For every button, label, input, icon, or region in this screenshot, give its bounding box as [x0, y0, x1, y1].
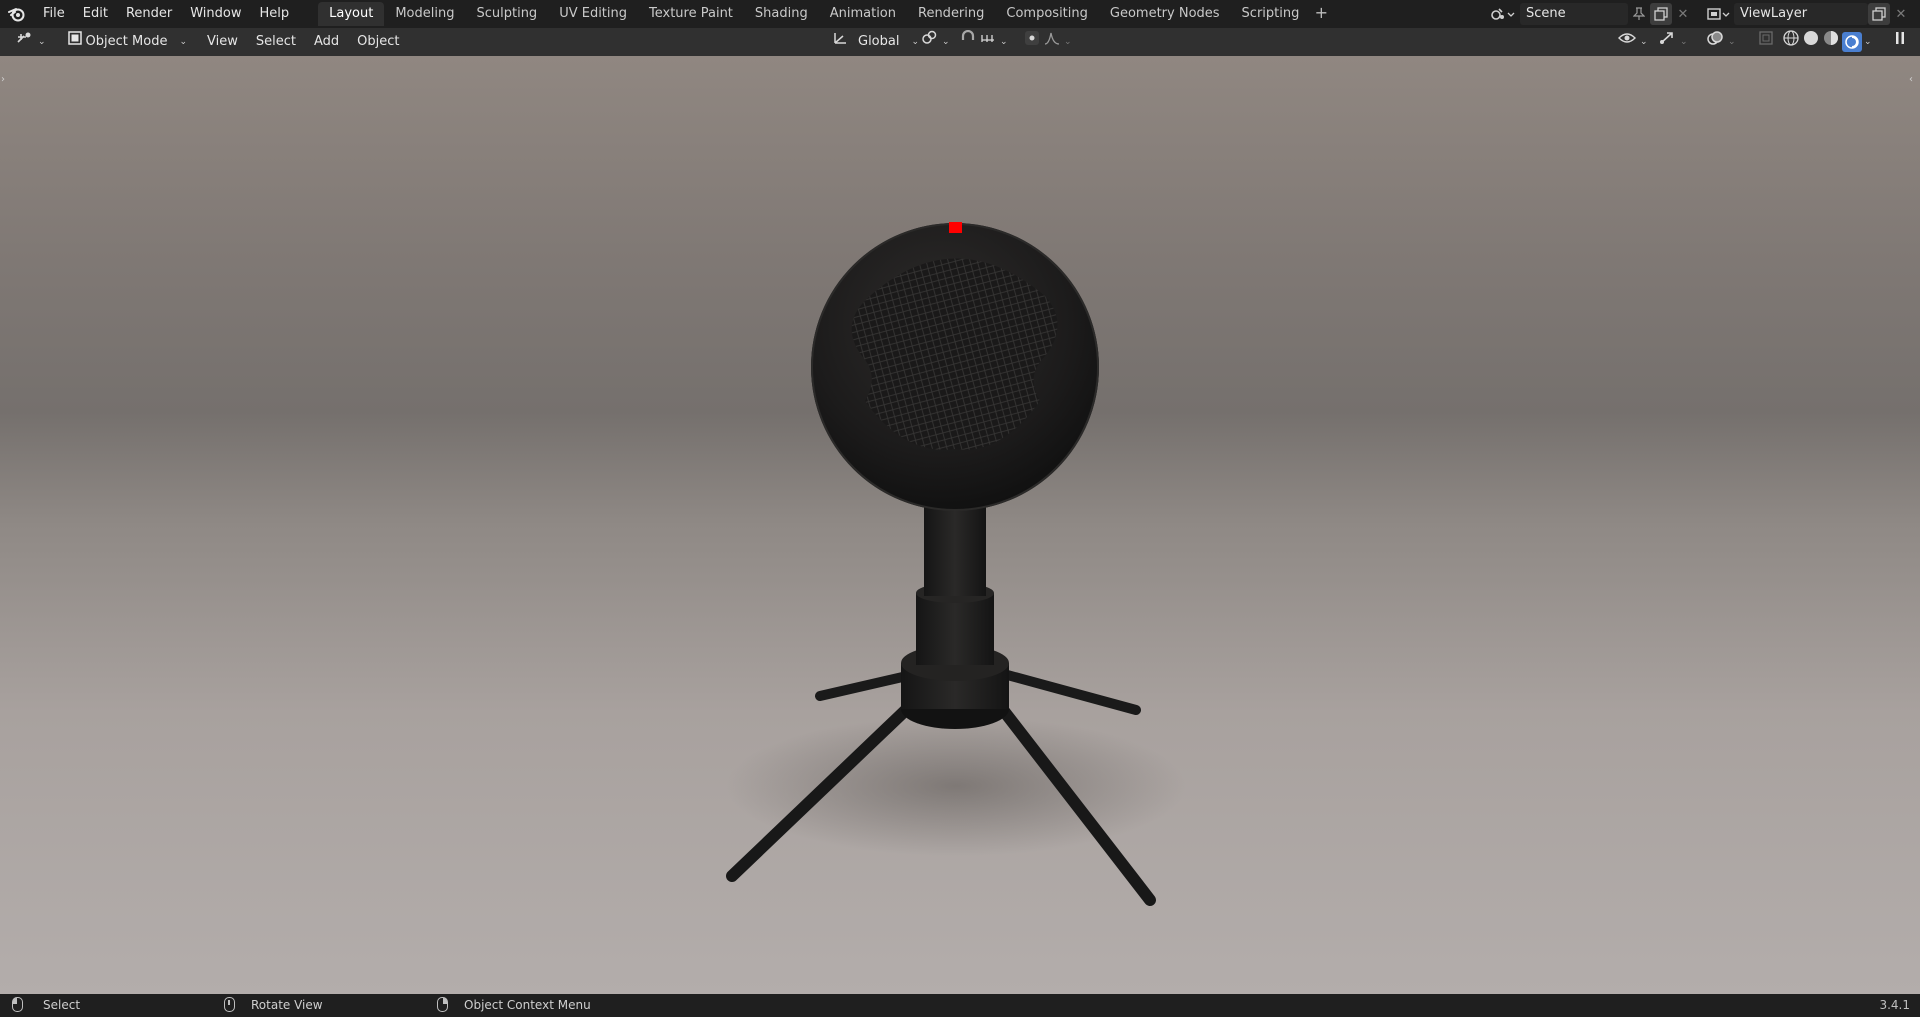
material-preview-icon[interactable] [1822, 29, 1840, 55]
tab-modeling[interactable]: Modeling [384, 2, 465, 26]
scene-selector: Scene ✕ [1486, 2, 1694, 26]
snap-toggle[interactable]: ⌄ [954, 29, 1014, 54]
chevron-down-icon: ⌄ [1640, 37, 1648, 47]
view-layer-name-field[interactable]: ViewLayer [1734, 3, 1868, 25]
chevron-down-icon: ⌄ [1064, 37, 1072, 47]
menu-select[interactable]: Select [250, 31, 302, 53]
status-context-label: Object Context Menu [464, 997, 591, 1012]
overlays-toggle[interactable]: ⌄ [1700, 31, 1742, 53]
mode-dropdown[interactable]: Object Mode ⌄ [62, 31, 193, 53]
pivot-icon [920, 30, 938, 54]
gizmo-icon [1658, 30, 1676, 54]
transform-orientation-dropdown[interactable]: Global ⌄ [826, 31, 925, 53]
status-bar: Select Rotate View Object Context Menu 3… [0, 994, 1920, 1017]
pivot-point-dropdown[interactable]: ⌄ [914, 30, 956, 54]
tab-shading[interactable]: Shading [744, 2, 819, 26]
editor-type-icon [16, 30, 34, 54]
workspace-tabs: Layout Modeling Sculpting UV Editing Tex… [318, 2, 1332, 26]
visibility-dropdown[interactable]: ⌄ [1612, 31, 1654, 53]
viewport-header: ⌄ Object Mode ⌄ View Select Add Object G… [0, 28, 1920, 56]
scene-name-field[interactable]: Scene [1520, 3, 1628, 25]
tab-layout[interactable]: Layout [318, 2, 385, 26]
tab-compositing[interactable]: Compositing [995, 2, 1099, 26]
menu-window[interactable]: Window [181, 0, 250, 28]
chevron-down-icon: ⌄ [179, 37, 187, 47]
blender-logo-icon[interactable] [0, 0, 34, 28]
tab-scripting[interactable]: Scripting [1231, 2, 1311, 26]
scene-browse-icon[interactable] [1486, 3, 1520, 25]
view-layer-browse-icon[interactable] [1704, 3, 1734, 25]
red-indicator-light [949, 222, 962, 233]
tab-geometry-nodes[interactable]: Geometry Nodes [1099, 2, 1231, 26]
version-label: 3.4.1 [1879, 998, 1910, 1012]
solid-shading-icon[interactable] [1802, 29, 1820, 55]
microphone-render [726, 222, 1186, 906]
chevron-down-icon: ⌄ [1680, 37, 1688, 47]
tab-uv-editing[interactable]: UV Editing [548, 2, 638, 26]
status-rotate-view: Rotate View [224, 997, 323, 1012]
mode-label: Object Mode [85, 34, 168, 49]
remove-scene-icon[interactable]: ✕ [1672, 3, 1694, 25]
xray-icon [1758, 30, 1774, 54]
tab-rendering[interactable]: Rendering [907, 2, 995, 26]
top-bar: File Edit Render Window Help Layout Mode… [0, 0, 1920, 28]
pin-icon[interactable] [1628, 3, 1650, 25]
menu-file[interactable]: File [34, 0, 74, 28]
pause-icon [1894, 31, 1906, 53]
menu-edit[interactable]: Edit [74, 0, 117, 28]
tab-sculpting[interactable]: Sculpting [465, 2, 548, 26]
menu-view[interactable]: View [201, 31, 244, 53]
chevron-down-icon: ⌄ [1000, 37, 1008, 47]
status-select-label: Select [43, 997, 81, 1012]
menu-help[interactable]: Help [251, 0, 299, 28]
falloff-curve-icon [1044, 31, 1060, 53]
gizmo-toggle[interactable]: ⌄ [1652, 31, 1694, 53]
tab-animation[interactable]: Animation [819, 2, 907, 26]
mouse-middle-icon [224, 997, 235, 1012]
proportional-editing-icon [1024, 30, 1040, 54]
menu-object[interactable]: Object [351, 31, 405, 53]
view-layer-selector: ViewLayer ✕ [1704, 2, 1912, 26]
chevron-down-icon[interactable]: ⌄ [1864, 31, 1872, 53]
proportional-editing-toggle[interactable]: ⌄ [1018, 31, 1078, 53]
eye-icon [1618, 31, 1636, 53]
shading-modes: ⌄ [1776, 29, 1878, 55]
3d-viewport[interactable]: › ‹ [0, 56, 1920, 994]
object-mode-icon [67, 31, 82, 53]
add-workspace-button[interactable]: + [1310, 2, 1332, 26]
menu-render[interactable]: Render [117, 0, 181, 28]
orientation-axes-icon [832, 30, 850, 54]
chevron-down-icon: ⌄ [1728, 37, 1736, 47]
wireframe-shading-icon[interactable] [1782, 29, 1800, 55]
status-context-menu: Object Context Menu [437, 997, 591, 1012]
chevron-down-icon: ⌄ [38, 37, 46, 47]
snap-increment-icon [980, 31, 996, 53]
remove-view-layer-icon[interactable]: ✕ [1890, 3, 1912, 25]
chevron-down-icon: ⌄ [942, 37, 950, 47]
overlays-icon [1706, 30, 1724, 54]
status-select: Select [12, 997, 80, 1012]
mouse-right-icon [437, 997, 448, 1012]
rendered-shading-icon[interactable] [1842, 32, 1862, 52]
mouse-left-icon [12, 997, 23, 1012]
menu-add[interactable]: Add [308, 31, 345, 53]
pause-render-button[interactable] [1888, 31, 1912, 53]
orientation-label: Global [858, 34, 900, 49]
magnet-icon [960, 29, 976, 54]
new-view-layer-icon[interactable] [1868, 3, 1890, 25]
new-scene-icon[interactable] [1650, 3, 1672, 25]
editor-type-button[interactable]: ⌄ [10, 31, 52, 53]
status-rotate-label: Rotate View [251, 997, 323, 1012]
tab-texture-paint[interactable]: Texture Paint [638, 2, 744, 26]
